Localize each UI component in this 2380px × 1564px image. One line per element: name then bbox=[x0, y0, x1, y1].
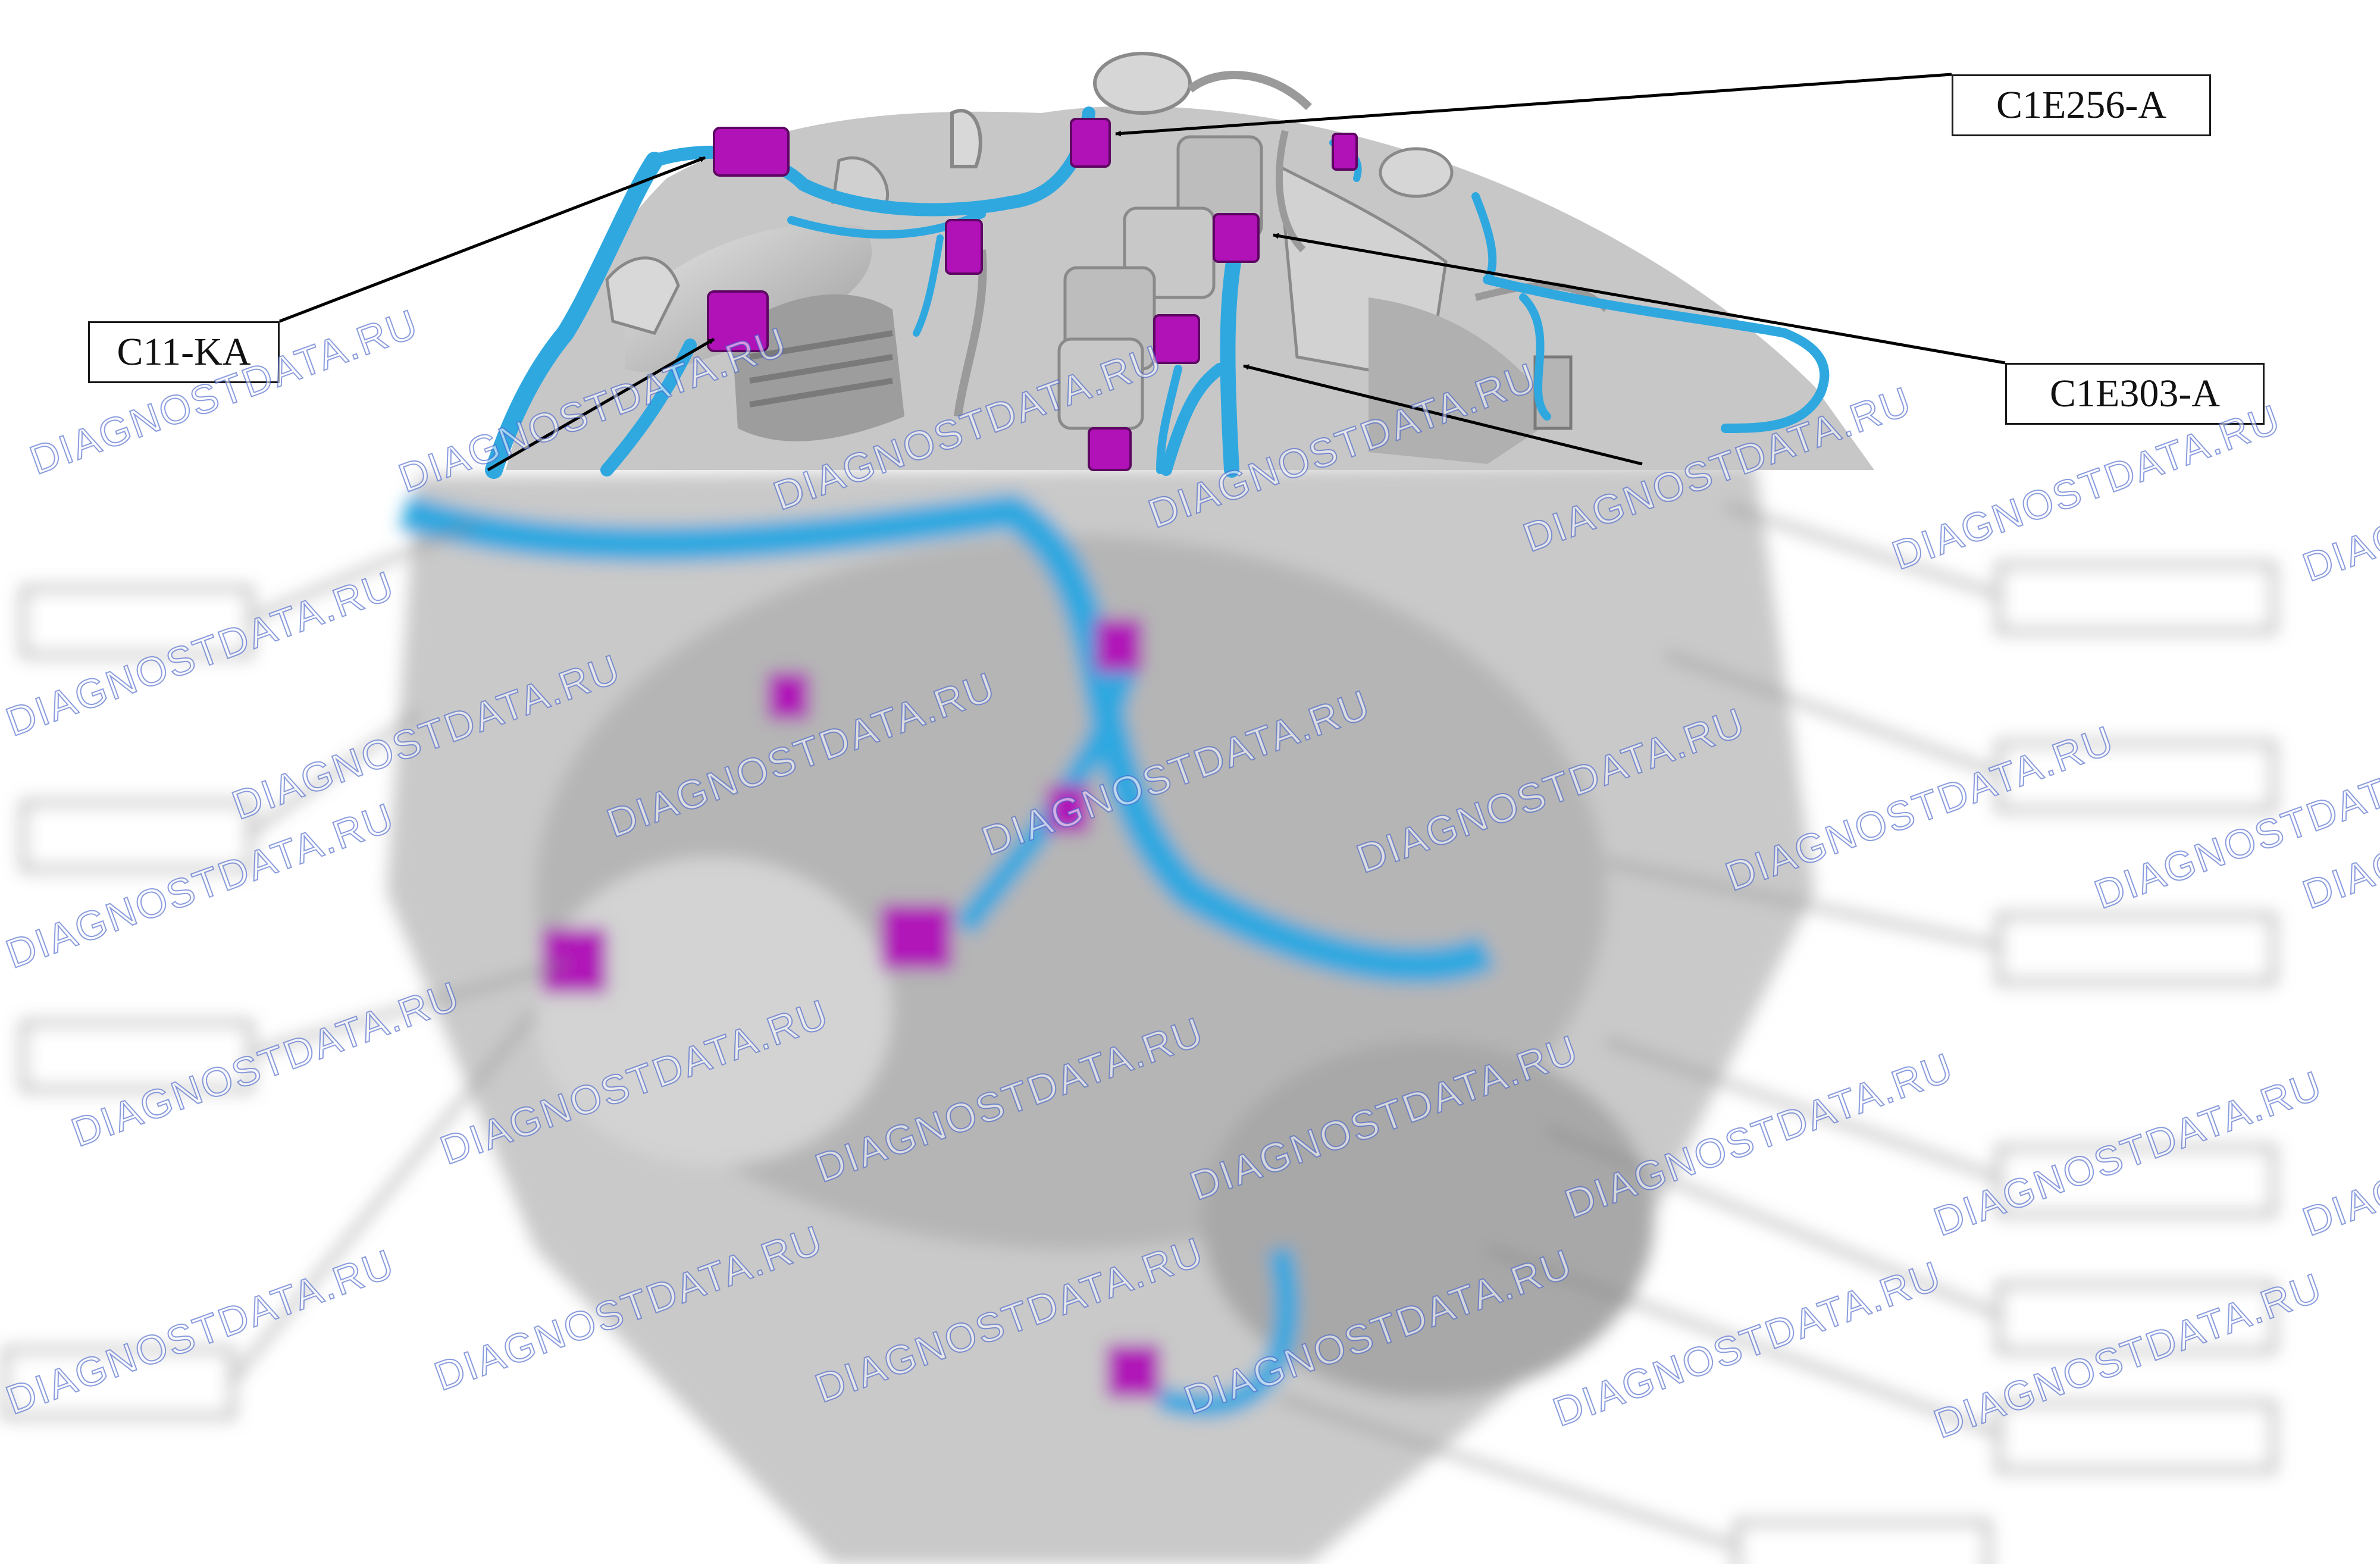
label-c1e303-a: C1E303-A bbox=[2005, 363, 2265, 425]
connector-c11-ka bbox=[713, 127, 790, 177]
label-c11-ka: C11-KA bbox=[88, 321, 280, 383]
wiring-diagram-page: C1E256-A C11-KA C1E303-A DIAGNOSTDATA.RU… bbox=[0, 0, 2380, 1564]
leader-c1e256-a bbox=[1115, 73, 1952, 137]
connector-c1e256-a bbox=[1070, 118, 1111, 168]
connector-right-small bbox=[1332, 133, 1358, 171]
connector-center bbox=[945, 219, 983, 275]
label-c1e256-a: C1E256-A bbox=[1952, 74, 2211, 136]
engine-harness-diagram bbox=[4, 52, 2275, 1564]
connector-coil-3 bbox=[1153, 314, 1200, 364]
blurred-lower-section bbox=[4, 464, 2275, 1564]
connector-c11-kb bbox=[707, 290, 769, 352]
connector-coil-4 bbox=[1088, 427, 1132, 471]
connector-c1e303-a bbox=[1213, 213, 1260, 263]
